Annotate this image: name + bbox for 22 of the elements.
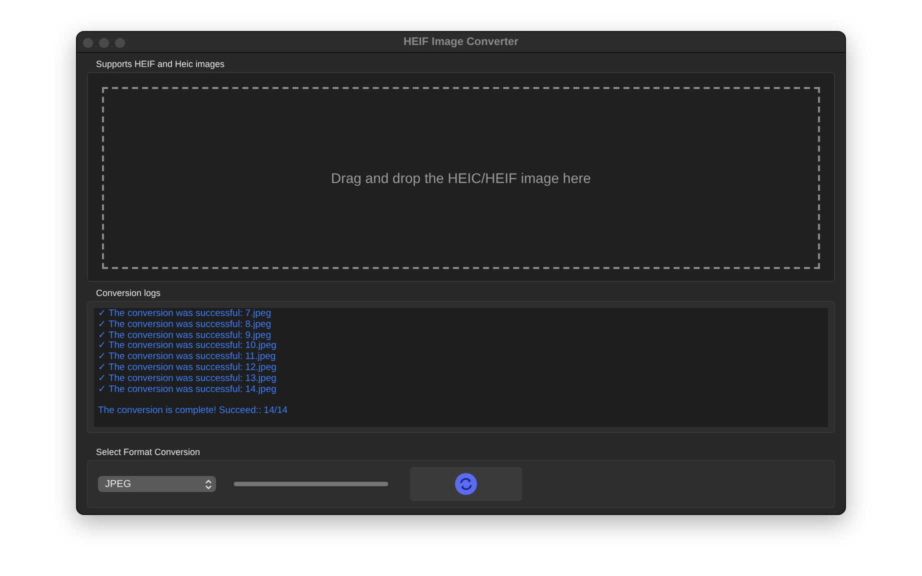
refresh-icon — [455, 473, 477, 495]
log-line: ✓ The conversion was successful: 10.jpeg — [98, 341, 276, 352]
log-line: ✓ The conversion was successful: 12.jpeg — [98, 362, 276, 374]
log-summary: The conversion is complete! Succeed:: 14/14 — [98, 406, 288, 418]
section-label: Select Format Conversion — [95, 447, 202, 457]
section-label: Conversion logs — [95, 288, 162, 298]
drop-hint: Drag and drop the HEIC/HEIF image here — [331, 170, 591, 186]
log-line: ✓ The conversion was successful: 8.jpeg — [98, 320, 272, 331]
drop-zone[interactable]: Drag and drop the HEIC/HEIF image here — [102, 87, 820, 269]
log-line: ✓ The conversion was successful: 13.jpeg — [98, 374, 276, 385]
section-label: Supports HEIF and Heic images — [95, 59, 226, 69]
chevron-updown-icon — [205, 478, 212, 490]
zoom-window-icon[interactable] — [115, 38, 125, 48]
log-line: ✓ The conversion was successful: 9.jpeg — [98, 330, 272, 341]
log-line: ✓ The conversion was successful: 14.jpeg — [98, 384, 276, 396]
minimize-window-icon[interactable] — [99, 38, 109, 48]
log-line: ✓ The conversion was successful: 11.jpeg — [98, 352, 276, 363]
log-line: ✓ The conversion was successful: 7.jpeg — [98, 309, 272, 320]
convert-button[interactable] — [410, 467, 522, 501]
format-select[interactable]: JPEG — [98, 476, 216, 492]
window-title: HEIF Image Converter — [404, 36, 518, 48]
close-window-icon[interactable] — [83, 38, 93, 48]
